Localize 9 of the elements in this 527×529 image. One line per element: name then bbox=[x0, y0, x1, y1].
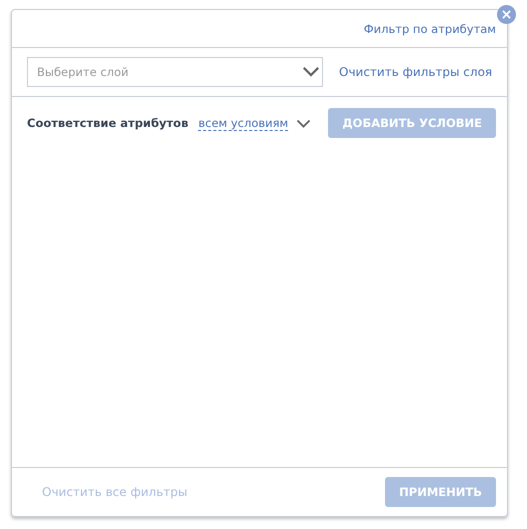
match-mode-link[interactable]: всем условиям bbox=[198, 116, 288, 130]
close-button[interactable] bbox=[497, 5, 516, 24]
match-label: Соответствие атрибутов bbox=[27, 116, 188, 130]
layer-select[interactable]: Выберите слой bbox=[27, 57, 323, 87]
clear-layer-filters-link[interactable]: Очистить фильтры слоя bbox=[339, 65, 492, 79]
chevron-down-icon[interactable] bbox=[296, 118, 312, 128]
chevron-down-icon[interactable] bbox=[302, 66, 320, 77]
panel-title: Фильтр по атрибутам bbox=[364, 22, 496, 36]
close-icon bbox=[502, 10, 511, 19]
